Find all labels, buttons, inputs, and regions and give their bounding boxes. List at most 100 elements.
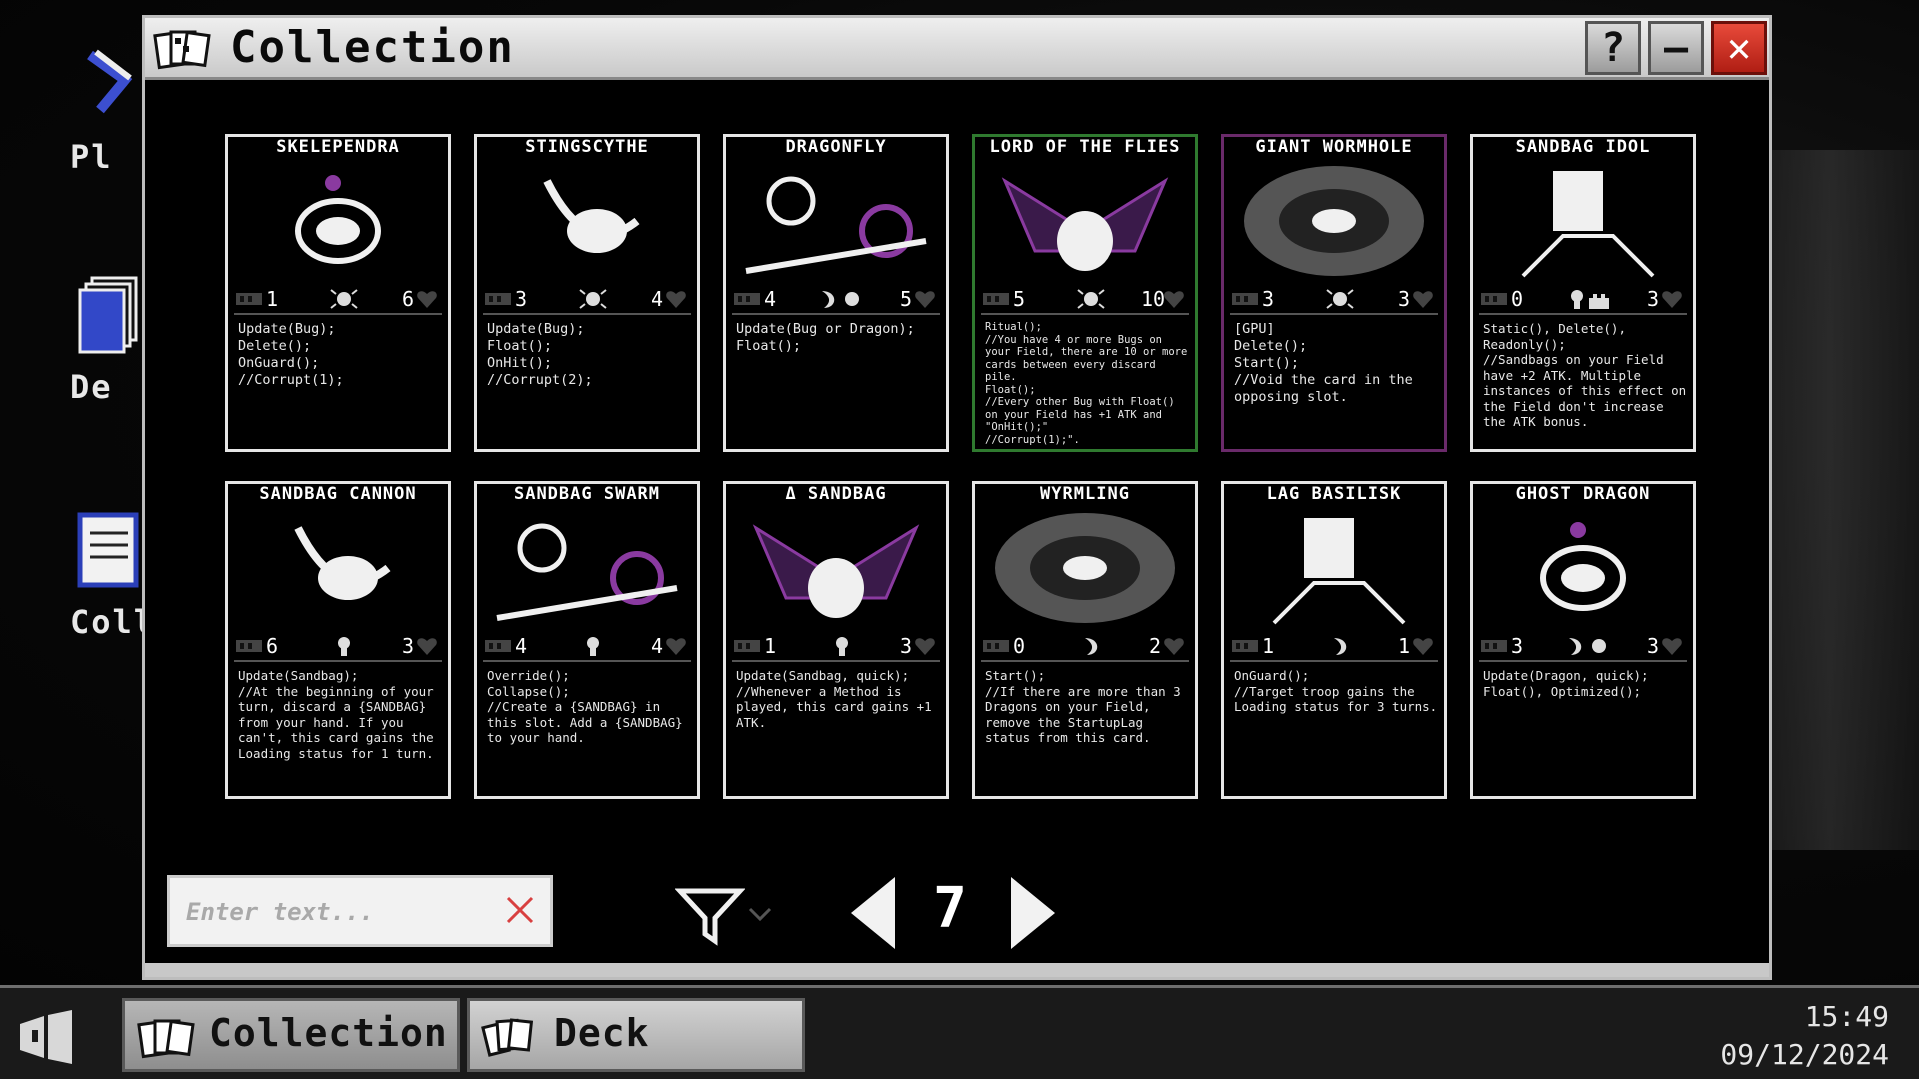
- heart-icon: [417, 638, 437, 655]
- card[interactable]: LORD OF THE FLIES 5 10 Ritual(); //You h…: [972, 134, 1198, 452]
- card-cost: 4: [515, 634, 528, 658]
- card-cost: 0: [1013, 634, 1026, 658]
- cost-icon: [485, 293, 511, 305]
- card[interactable]: SANDBAG CANNON 6 3 Update(Sandbag); //At…: [225, 481, 451, 799]
- card-stats: 5 10: [981, 287, 1189, 315]
- card-stats: 6 3: [234, 634, 442, 662]
- card-art: [1001, 177, 1169, 271]
- card-cost: 3: [1262, 287, 1275, 311]
- card-stats: 4 4: [483, 634, 691, 662]
- close-button[interactable]: ✕: [1711, 21, 1767, 75]
- previous-page-button[interactable]: [845, 873, 905, 953]
- card-attack: 6: [401, 287, 414, 311]
- card-description: Start(); //If there are more than 3 Drag…: [985, 668, 1181, 745]
- window-titlebar[interactable]: Collection ? — ✕: [145, 18, 1769, 80]
- card[interactable]: WYRMLING 0 2 Start(); //If there are mor…: [972, 481, 1198, 799]
- card-art: [1272, 518, 1406, 625]
- card-cost: 3: [1511, 634, 1524, 658]
- card-stats: 3 4: [483, 287, 691, 315]
- clear-search-icon[interactable]: [500, 890, 540, 930]
- heart-icon: [666, 291, 686, 308]
- card-cost: 3: [515, 287, 528, 311]
- card-stats: 4 5: [732, 287, 940, 315]
- card-art: [1521, 171, 1655, 278]
- next-page-button[interactable]: [1001, 873, 1061, 953]
- card-name: GHOST DRAGON: [1515, 484, 1651, 504]
- search-input[interactable]: [184, 890, 488, 934]
- card-cost: 1: [764, 634, 777, 658]
- taskbar-item-deck[interactable]: Deck: [467, 998, 805, 1072]
- card-cost: 4: [764, 287, 777, 311]
- card-description: Update(Bug); Float(); OnHit(); //Corrupt…: [487, 321, 593, 388]
- card-description: [GPU] Delete(); Start(); //Void the card…: [1234, 321, 1413, 405]
- window-title: Collection: [230, 22, 515, 73]
- heart-icon: [1164, 291, 1184, 308]
- card[interactable]: DRAGONFLY 4 5 Update(Bug or Dragon); Flo…: [723, 134, 949, 452]
- card-art: [294, 526, 391, 600]
- card[interactable]: GIANT WORMHOLE 3 3 [GPU] Delete(); Start…: [1221, 134, 1447, 452]
- cost-icon: [1481, 293, 1507, 305]
- card-attack: 5: [899, 287, 912, 311]
- page-number: 7: [933, 876, 967, 941]
- taskbar: Collection Deck 15:49 09/12/2024: [0, 985, 1919, 1079]
- card-description: Update(Dragon, quick); Float(), Optimize…: [1483, 668, 1649, 699]
- card[interactable]: GHOST DRAGON 3 3 Update(Dragon, quick); …: [1470, 481, 1696, 799]
- card-name: GIANT WORMHOLE: [1255, 137, 1413, 157]
- card-type-icon: [1571, 290, 1609, 309]
- card-attack: 1: [1397, 634, 1410, 658]
- card-type-icon: [579, 289, 607, 309]
- collection-book-icon: [77, 512, 139, 588]
- card-art: [496, 523, 678, 621]
- card-attack: 4: [650, 287, 663, 311]
- card-cost: 1: [266, 287, 279, 311]
- card-art: [543, 179, 640, 253]
- card-name: LORD OF THE FLIES: [989, 137, 1181, 157]
- taskbar-item-collection[interactable]: Collection: [122, 998, 460, 1072]
- card-description: Update(Bug); Delete(); OnGuard(); //Corr…: [238, 321, 344, 388]
- cost-icon: [1232, 293, 1258, 305]
- deck-stack-icon: [78, 276, 138, 354]
- minimize-button[interactable]: —: [1648, 21, 1704, 75]
- card-attack: 3: [1646, 634, 1659, 658]
- card-attack: 3: [401, 634, 414, 658]
- heart-icon: [1413, 291, 1433, 308]
- card-type-icon: [1326, 289, 1354, 309]
- search-box: [167, 875, 553, 947]
- card-stats: 3 3: [1230, 287, 1438, 315]
- card-stats: 1 6: [234, 287, 442, 315]
- card-type-icon: [338, 637, 350, 656]
- card-name: SANDBAG CANNON: [259, 484, 417, 504]
- start-menu-icon[interactable]: [14, 1010, 78, 1064]
- card-type-icon: [1334, 638, 1347, 655]
- card-attack: 4: [650, 634, 663, 658]
- help-button[interactable]: ?: [1585, 21, 1641, 75]
- card-description: Update(Bug or Dragon); Float();: [736, 321, 915, 354]
- heart-icon: [1164, 638, 1184, 655]
- card-attack: 10: [1141, 287, 1166, 311]
- card-type-icon: [836, 637, 848, 656]
- play-icon: [87, 49, 133, 114]
- card[interactable]: Δ SANDBAG 1 3 Update(Sandbag, quick); //…: [723, 481, 949, 799]
- card-type-icon: [1085, 638, 1098, 655]
- card[interactable]: SANDBAG SWARM 4 4 Override(); Collapse()…: [474, 481, 700, 799]
- card-stats: 1 3: [732, 634, 940, 662]
- card-description: Update(Sandbag); //At the beginning of y…: [238, 668, 434, 761]
- card-stats: 3 3: [1479, 634, 1687, 662]
- cost-icon: [236, 293, 262, 305]
- card[interactable]: SKELEPENDRA 1 6 Update(Bug); Delete(); O…: [225, 134, 451, 452]
- filter-icon[interactable]: [675, 886, 745, 946]
- card-name: DRAGONFLY: [785, 137, 887, 157]
- chevron-down-icon[interactable]: [745, 903, 775, 927]
- card-attack: 3: [1646, 287, 1659, 311]
- clock-date: 09/12/2024: [1720, 1038, 1889, 1071]
- clock-time: 15:49: [1804, 1000, 1889, 1033]
- card-description: Ritual(); //You have 4 or more Bugs on y…: [985, 321, 1188, 446]
- card-type-icon: [330, 289, 358, 309]
- card[interactable]: STINGSCYTHE 3 4 Update(Bug); Float(); On…: [474, 134, 700, 452]
- card-attack: 3: [1397, 287, 1410, 311]
- card[interactable]: LAG BASILISK 1 1 OnGuard(); //Target tro…: [1221, 481, 1447, 799]
- cost-icon: [983, 640, 1009, 652]
- card-cost: 0: [1511, 287, 1524, 311]
- card[interactable]: SANDBAG IDOL 0 3 Static(), Delete(), Rea…: [1470, 134, 1696, 452]
- taskbar-item-label: Deck: [554, 1011, 650, 1055]
